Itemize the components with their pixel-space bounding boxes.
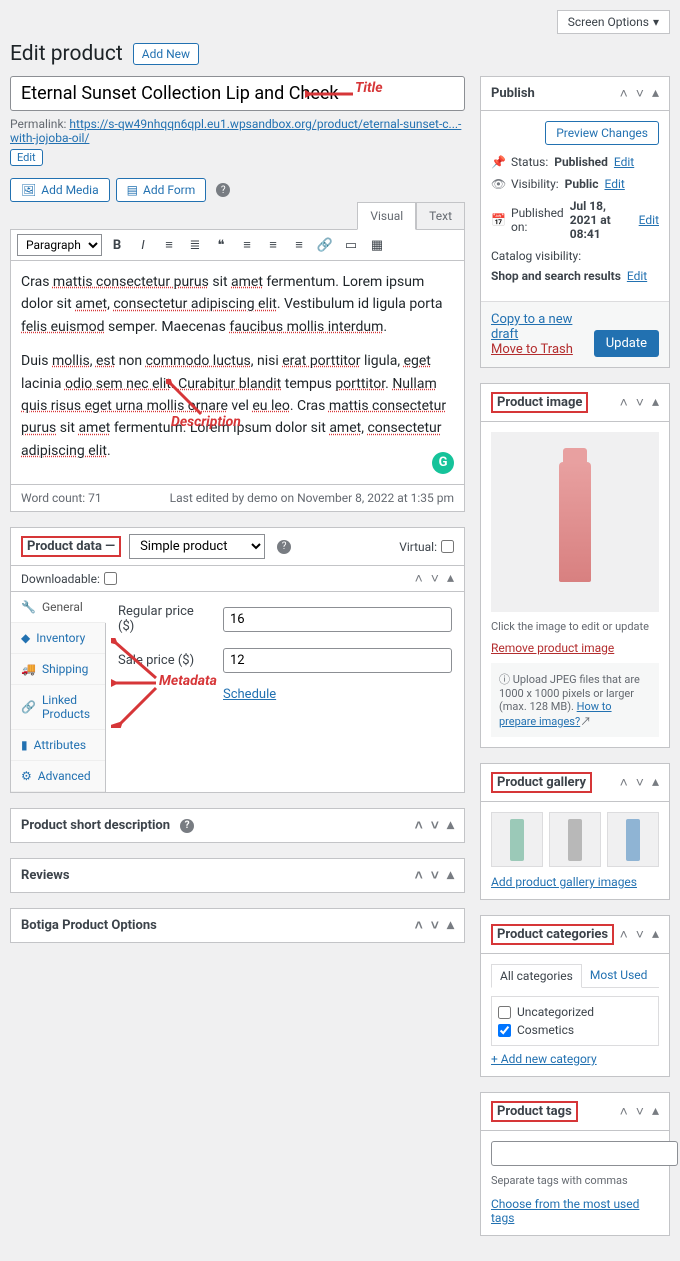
page-title: Edit product xyxy=(10,42,123,66)
italic-button[interactable]: I xyxy=(132,234,154,256)
tab-advanced[interactable]: ⚙Advanced xyxy=(11,761,105,792)
tab-shipping[interactable]: 🚚Shipping xyxy=(11,654,105,685)
link-icon: 🔗 xyxy=(21,700,36,714)
screen-options-toggle[interactable]: Screen Options ▾ xyxy=(557,10,670,34)
reviews-title: Reviews xyxy=(21,868,70,883)
pin-icon: 📌 xyxy=(491,155,505,169)
format-select[interactable]: Paragraph xyxy=(17,234,102,256)
sale-price-input[interactable] xyxy=(223,648,452,673)
editor-body[interactable]: Cras mattis consectetur purus sit amet f… xyxy=(11,261,464,484)
eye-icon: 👁 xyxy=(491,177,505,191)
bold-button[interactable]: B xyxy=(106,234,128,256)
edit-visibility-link[interactable]: Edit xyxy=(604,177,624,191)
product-image-preview[interactable] xyxy=(491,432,659,612)
virtual-checkbox[interactable] xyxy=(441,540,454,553)
short-description-title: Product short description xyxy=(21,818,170,833)
tab-attributes[interactable]: ▮Attributes xyxy=(11,730,105,761)
align-center-button[interactable]: ≡ xyxy=(262,234,284,256)
edit-slug-button[interactable]: Edit xyxy=(10,149,43,166)
sale-price-label: Sale price ($) xyxy=(118,653,213,668)
last-edited: Last edited by demo on November 8, 2022 … xyxy=(170,491,454,505)
add-form-button[interactable]: ▤ Add Form xyxy=(116,178,207,202)
permalink-url[interactable]: https://s-qw49nhqqn6qpl.eu1.wpsandbox.or… xyxy=(10,117,461,145)
wrench-icon: 🔧 xyxy=(21,600,36,614)
tags-hint: Separate tags with commas xyxy=(491,1174,659,1187)
editor-toolbar: Paragraph B I ≡ ≣ ❝ ≡ ≡ ≡ 🔗 ▭ ▦ xyxy=(11,230,464,261)
tag-icon: ▮ xyxy=(21,738,28,752)
move-trash-link[interactable]: Move to Trash xyxy=(491,342,573,357)
add-gallery-link[interactable]: Add product gallery images xyxy=(491,875,637,889)
product-data-title: Product data — xyxy=(21,536,121,557)
publish-title: Publish xyxy=(491,86,535,101)
quote-button[interactable]: ❝ xyxy=(210,234,232,256)
category-checkbox-cosmetics[interactable] xyxy=(498,1024,511,1037)
schedule-link[interactable]: Schedule xyxy=(223,687,276,702)
inventory-icon: ◆ xyxy=(21,631,30,645)
tab-general[interactable]: 🔧General xyxy=(11,592,106,623)
link-button[interactable]: 🔗 xyxy=(314,234,336,256)
product-type-select[interactable]: Simple product xyxy=(129,534,265,559)
tab-text[interactable]: Text xyxy=(416,202,465,230)
gallery-item[interactable] xyxy=(607,812,659,867)
chevron-down-icon: ▾ xyxy=(653,15,659,29)
align-right-button[interactable]: ≡ xyxy=(288,234,310,256)
permalink-label: Permalink: xyxy=(10,117,66,131)
choose-tags-link[interactable]: Choose from the most used tags xyxy=(491,1197,639,1225)
gear-icon: ⚙ xyxy=(21,769,32,783)
help-icon[interactable]: ? xyxy=(180,819,194,833)
product-gallery-title: Product gallery xyxy=(491,772,592,793)
category-checkbox-uncategorized[interactable] xyxy=(498,1006,511,1019)
product-tags-title: Product tags xyxy=(491,1101,578,1122)
toolbar-toggle-button[interactable]: ▦ xyxy=(366,234,388,256)
form-icon: ▤ xyxy=(127,183,138,197)
remove-image-link[interactable]: Remove product image xyxy=(491,641,614,655)
bullet-list-button[interactable]: ≡ xyxy=(158,234,180,256)
gallery-item[interactable] xyxy=(491,812,543,867)
truck-icon: 🚚 xyxy=(21,662,36,676)
edit-date-link[interactable]: Edit xyxy=(639,213,659,227)
tag-input[interactable] xyxy=(491,1141,678,1166)
add-new-button[interactable]: Add New xyxy=(133,43,199,65)
tab-inventory[interactable]: ◆Inventory xyxy=(11,623,105,654)
edit-status-link[interactable]: Edit xyxy=(614,155,634,169)
align-left-button[interactable]: ≡ xyxy=(236,234,258,256)
product-categories-title: Product categories xyxy=(491,924,614,945)
calendar-icon: 📅 xyxy=(491,213,505,227)
tab-most-used[interactable]: Most Used xyxy=(582,964,656,987)
gallery-item[interactable] xyxy=(549,812,601,867)
add-media-button[interactable]: 🖼 Add Media xyxy=(10,178,110,202)
grammarly-icon[interactable]: G xyxy=(432,452,454,474)
word-count: Word count: 71 xyxy=(21,491,102,505)
tab-linked[interactable]: 🔗Linked Products xyxy=(11,685,105,730)
preview-changes-button[interactable]: Preview Changes xyxy=(545,121,659,145)
more-button[interactable]: ▭ xyxy=(340,234,362,256)
regular-price-label: Regular price ($) xyxy=(118,604,213,634)
number-list-button[interactable]: ≣ xyxy=(184,234,206,256)
update-button[interactable]: Update xyxy=(594,330,659,357)
chevron-up-icon[interactable]: ˄ xyxy=(415,570,423,587)
camera-icon: 🖼 xyxy=(21,183,36,197)
help-icon[interactable]: ? xyxy=(277,540,291,554)
chevron-down-icon[interactable]: ˅ xyxy=(431,570,439,587)
help-icon[interactable]: ? xyxy=(216,183,230,197)
regular-price-input[interactable] xyxy=(223,607,452,632)
copy-draft-link[interactable]: Copy to a new draft xyxy=(491,312,572,342)
info-icon: ⓘ xyxy=(499,673,510,686)
product-image-title: Product image xyxy=(491,392,588,413)
image-hint: Click the image to edit or update xyxy=(491,620,659,633)
downloadable-checkbox[interactable] xyxy=(104,572,117,585)
edit-catalog-link[interactable]: Edit xyxy=(627,269,647,283)
toggle-icon[interactable]: ▴ xyxy=(447,570,454,587)
product-title-input[interactable] xyxy=(10,76,465,111)
tab-visual[interactable]: Visual xyxy=(357,202,416,230)
botiga-title: Botiga Product Options xyxy=(21,918,157,933)
tab-all-categories[interactable]: All categories xyxy=(491,964,582,988)
add-category-link[interactable]: + Add new category xyxy=(491,1052,597,1066)
